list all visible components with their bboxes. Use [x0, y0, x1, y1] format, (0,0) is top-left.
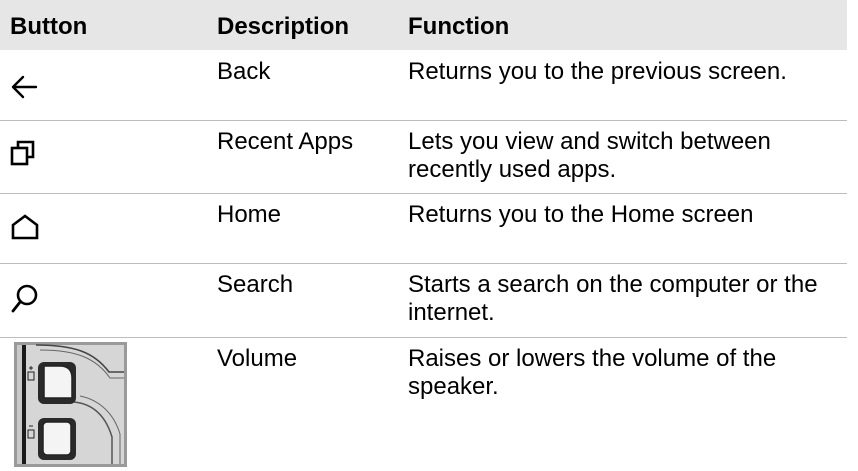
row-description: Search: [217, 271, 294, 298]
row-function: Returns you to the Home screen: [408, 201, 754, 228]
header-description: Description: [217, 13, 350, 40]
table-row-back: Back Returns you to the previous screen.: [0, 50, 847, 121]
table-row-search: Search Starts a search on the computer o…: [0, 263, 847, 338]
search-icon: [10, 283, 40, 315]
table-row-home: Home Returns you to the Home screen: [0, 193, 847, 264]
back-arrow-icon: [10, 74, 38, 100]
row-function: Returns you to the previous screen.: [408, 58, 787, 85]
home-icon: [10, 213, 40, 241]
header-function: Function: [408, 13, 510, 40]
row-function: Lets you view and switch between recentl…: [408, 128, 771, 183]
recent-apps-icon: [10, 139, 36, 167]
table-header-row: Button Description Function: [0, 0, 847, 50]
table-row-recent-apps: Recent Apps Lets you view and switch bet…: [0, 120, 847, 194]
row-function: Raises or lowers the volume of the speak…: [408, 345, 777, 400]
row-description: Back: [217, 58, 271, 85]
row-description: Volume: [217, 345, 298, 372]
row-function: Starts a search on the computer or the i…: [408, 271, 818, 326]
table-row-volume: Volume Raises or lowers the volume of th…: [0, 337, 847, 471]
volume-buttons-image: [14, 342, 127, 467]
row-description: Home: [217, 201, 282, 228]
header-button: Button: [10, 13, 88, 40]
row-description: Recent Apps: [217, 128, 354, 155]
